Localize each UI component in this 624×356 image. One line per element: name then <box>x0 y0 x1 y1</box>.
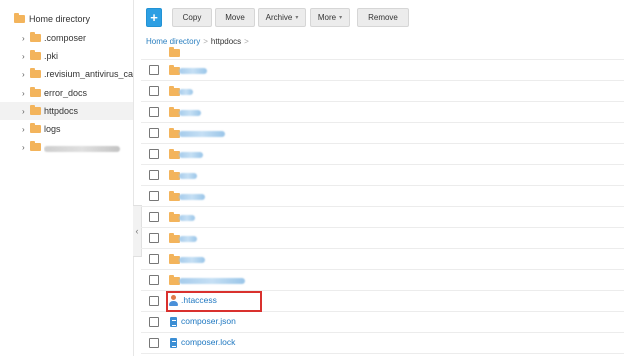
row-checkbox[interactable] <box>149 191 159 201</box>
chevron-right-icon[interactable]: › <box>22 107 25 116</box>
redacted-text <box>179 194 205 200</box>
folder-icon <box>169 47 180 57</box>
sidebar-item-httpdocs[interactable]: › httpdocs <box>0 102 133 120</box>
row-checkbox[interactable] <box>149 233 159 243</box>
redacted-text <box>179 152 203 158</box>
file-name-link[interactable]: composer.json <box>181 316 236 326</box>
row-checkbox[interactable] <box>149 212 159 222</box>
redacted-text <box>179 68 207 74</box>
row-checkbox[interactable] <box>149 296 159 306</box>
row-checkbox[interactable] <box>149 275 159 285</box>
more-label: More <box>317 13 337 22</box>
chevron-right-icon[interactable]: › <box>22 125 25 134</box>
chevron-right-icon[interactable]: › <box>22 70 25 79</box>
list-item[interactable] <box>141 60 624 81</box>
list-item[interactable] <box>141 165 624 186</box>
row-checkbox[interactable] <box>149 65 159 75</box>
redacted-text <box>179 236 197 242</box>
row-checkbox[interactable] <box>149 149 159 159</box>
list-item[interactable] <box>141 81 624 102</box>
list-item[interactable] <box>141 207 624 228</box>
list-item-htaccess[interactable]: .htaccess <box>141 291 624 312</box>
redacted-text <box>179 110 201 116</box>
chevron-right-icon[interactable]: › <box>22 89 25 98</box>
list-item[interactable] <box>141 249 624 270</box>
file-name-link[interactable]: composer.lock <box>181 337 235 347</box>
list-item[interactable] <box>141 186 624 207</box>
tree-root-label: Home directory <box>29 14 91 24</box>
sidebar-item-pki[interactable]: › .pki <box>0 47 133 65</box>
caret-down-icon: ▾ <box>295 15 299 21</box>
more-button[interactable]: More ▾ <box>310 8 350 27</box>
sidebar-item-redacted[interactable]: › <box>0 138 133 156</box>
breadcrumb-current: httpdocs <box>210 36 242 46</box>
breadcrumb-separator: > <box>244 36 249 46</box>
redacted-text <box>179 257 205 263</box>
list-item[interactable] <box>141 144 624 165</box>
sidebar-item-logs[interactable]: › logs <box>0 120 133 138</box>
breadcrumb-separator: > <box>203 36 208 46</box>
sidebar-tree: Home directory › .composer › .pki › .rev… <box>0 0 134 356</box>
sidebar-item-label: .pki <box>44 51 59 61</box>
folder-icon <box>30 123 41 133</box>
sidebar-item-label: .revisium_antivirus_cache <box>44 69 133 79</box>
folder-icon <box>30 141 41 151</box>
document-icon <box>170 317 177 327</box>
folder-icon <box>30 87 41 97</box>
file-manager: Home directory › .composer › .pki › .rev… <box>0 0 624 356</box>
highlight-box <box>166 291 262 312</box>
sidebar-item-label: httpdocs <box>44 106 79 116</box>
chevron-right-icon[interactable]: › <box>22 143 25 152</box>
list-item[interactable] <box>141 102 624 123</box>
copy-button[interactable]: Copy <box>172 8 212 27</box>
sidebar-item-label <box>44 141 133 154</box>
list-item[interactable] <box>141 228 624 249</box>
remove-button[interactable]: Remove <box>357 8 409 27</box>
chevron-right-icon[interactable]: › <box>22 52 25 61</box>
add-button[interactable]: + <box>146 8 162 27</box>
sidebar-item-label: .composer <box>44 33 87 43</box>
redacted-text <box>179 278 245 284</box>
chevron-right-icon[interactable]: › <box>22 34 25 43</box>
redacted-text <box>44 145 120 152</box>
row-checkbox[interactable] <box>149 254 159 264</box>
list-item-composer-json[interactable]: composer.json <box>141 312 624 333</box>
sidebar-item-composer[interactable]: › .composer <box>0 29 133 47</box>
list-item[interactable] <box>141 123 624 144</box>
sidebar-item-error-docs[interactable]: › error_docs <box>0 84 133 102</box>
tree-root-home[interactable]: Home directory <box>14 12 90 26</box>
folder-icon <box>30 68 41 78</box>
sidebar-item-revisium[interactable]: › .revisium_antivirus_cache <box>0 65 133 83</box>
redacted-text <box>179 173 197 179</box>
redacted-text <box>179 89 193 95</box>
archive-label: Archive <box>265 13 293 22</box>
sidebar-item-label: error_docs <box>44 88 88 98</box>
row-checkbox[interactable] <box>149 338 159 348</box>
archive-button[interactable]: Archive ▾ <box>258 8 306 27</box>
row-checkbox[interactable] <box>149 128 159 138</box>
folder-icon <box>30 50 41 60</box>
redacted-text <box>179 131 225 137</box>
breadcrumb: Home directory > httpdocs > <box>146 35 249 47</box>
chevron-left-icon: ‹ <box>135 226 139 236</box>
redacted-text <box>179 215 195 221</box>
move-button[interactable]: Move <box>215 8 255 27</box>
row-checkbox[interactable] <box>149 107 159 117</box>
row-checkbox[interactable] <box>149 317 159 327</box>
folder-icon <box>30 105 41 115</box>
document-icon <box>170 338 177 348</box>
caret-down-icon: ▾ <box>339 15 343 21</box>
sidebar-item-label: logs <box>44 124 61 134</box>
breadcrumb-home[interactable]: Home directory <box>146 37 200 46</box>
row-checkbox[interactable] <box>149 170 159 180</box>
folder-icon <box>30 32 41 42</box>
folder-icon <box>14 13 25 23</box>
list-item[interactable] <box>141 47 624 60</box>
list-item[interactable] <box>141 270 624 291</box>
row-checkbox[interactable] <box>149 86 159 96</box>
list-item-composer-lock[interactable]: composer.lock <box>141 333 624 354</box>
